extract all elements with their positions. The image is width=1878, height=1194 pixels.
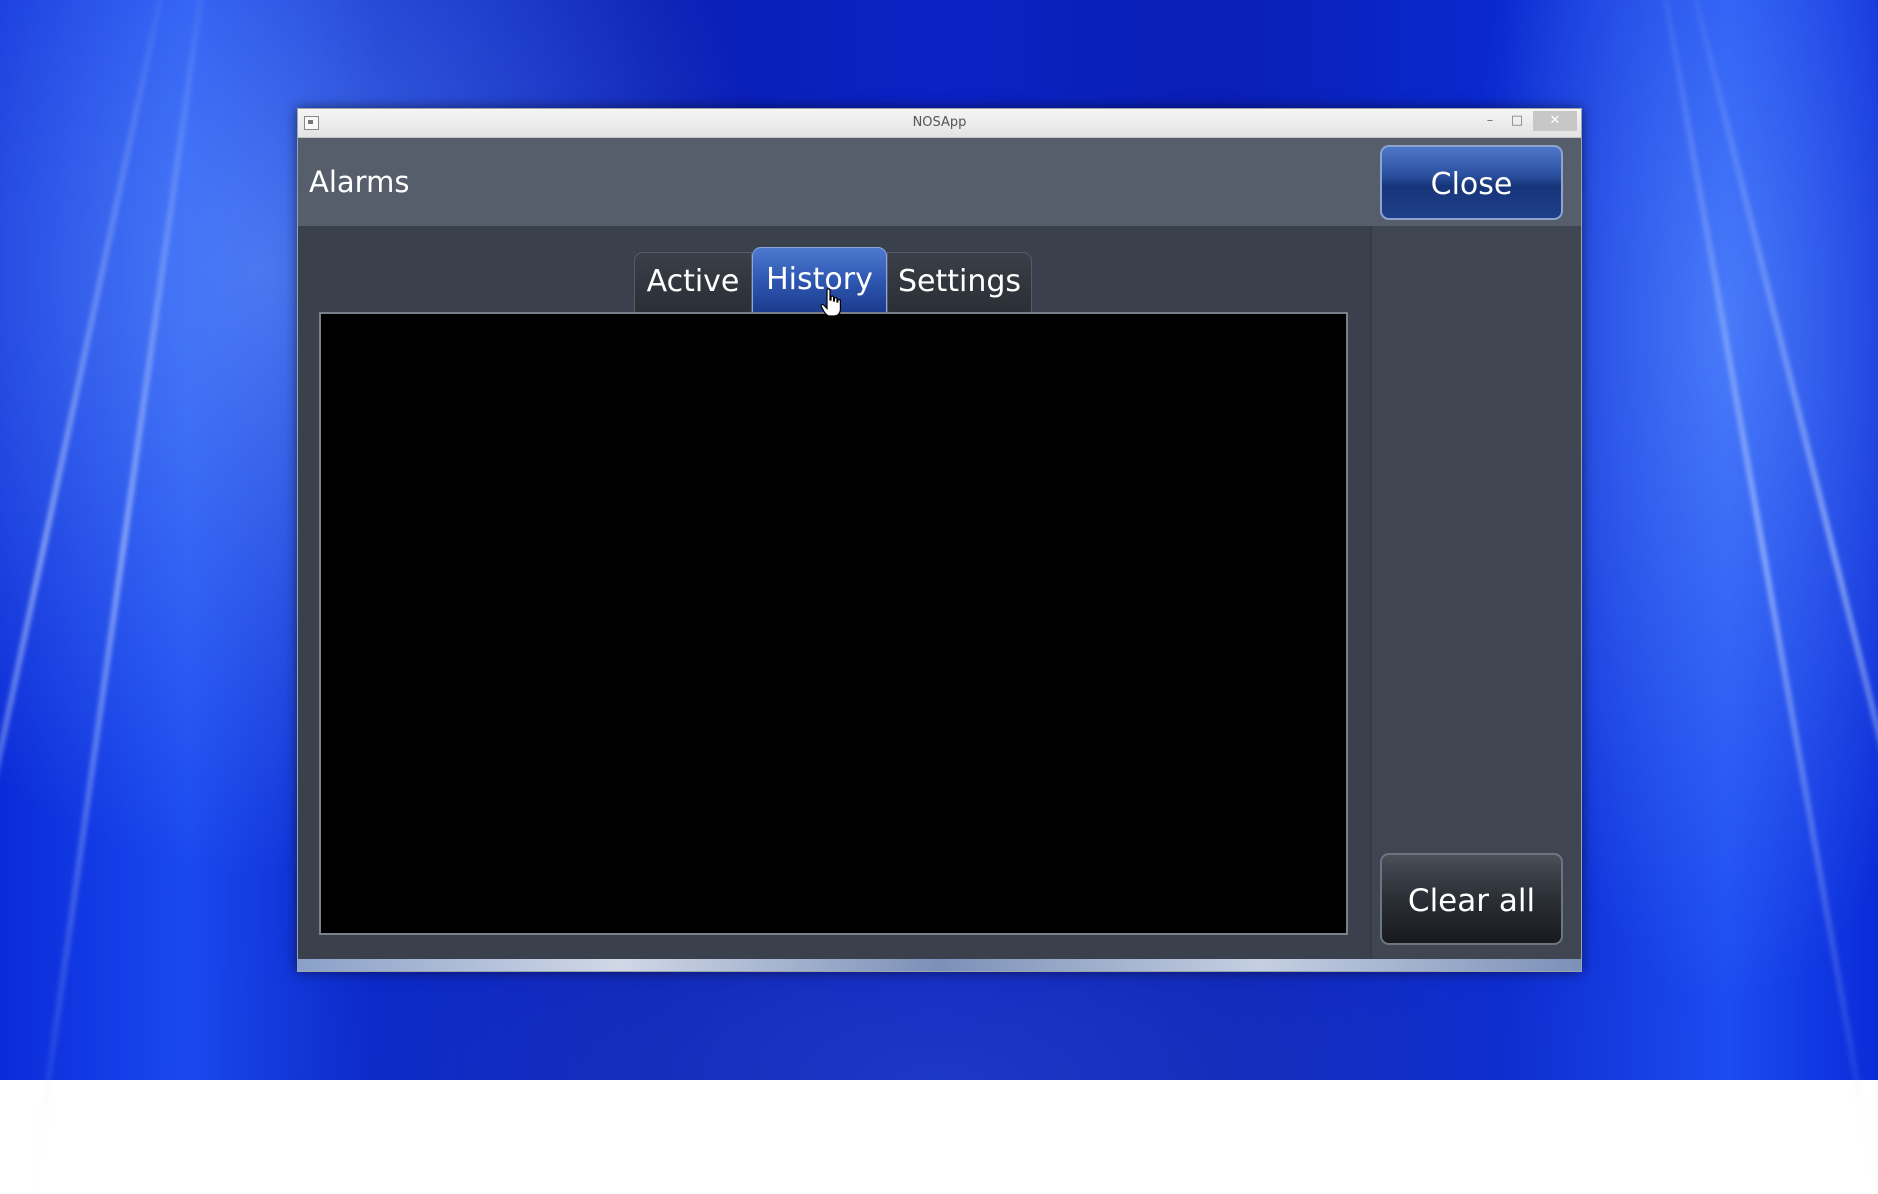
window-bottom-edge [298, 959, 1581, 971]
alarm-history-list[interactable] [319, 312, 1348, 935]
background-streak [1672, 0, 1878, 1182]
maximize-icon[interactable]: □ [1503, 111, 1531, 131]
clear-all-button[interactable]: Clear all [1380, 853, 1563, 945]
close-button[interactable]: Close [1380, 145, 1563, 220]
app-window: NOSApp – □ ✕ Alarms Close Active History… [297, 108, 1582, 972]
close-icon[interactable]: ✕ [1533, 111, 1577, 131]
tab-active[interactable]: Active [634, 252, 752, 314]
window-title: NOSApp [912, 115, 967, 130]
tab-history[interactable]: History [752, 247, 887, 314]
page-title: Alarms [309, 165, 410, 199]
background-streak [0, 0, 182, 1187]
window-titlebar[interactable]: NOSApp – □ ✕ [298, 109, 1581, 138]
tab-settings[interactable]: Settings [887, 252, 1032, 314]
minimize-icon[interactable]: – [1476, 111, 1504, 131]
